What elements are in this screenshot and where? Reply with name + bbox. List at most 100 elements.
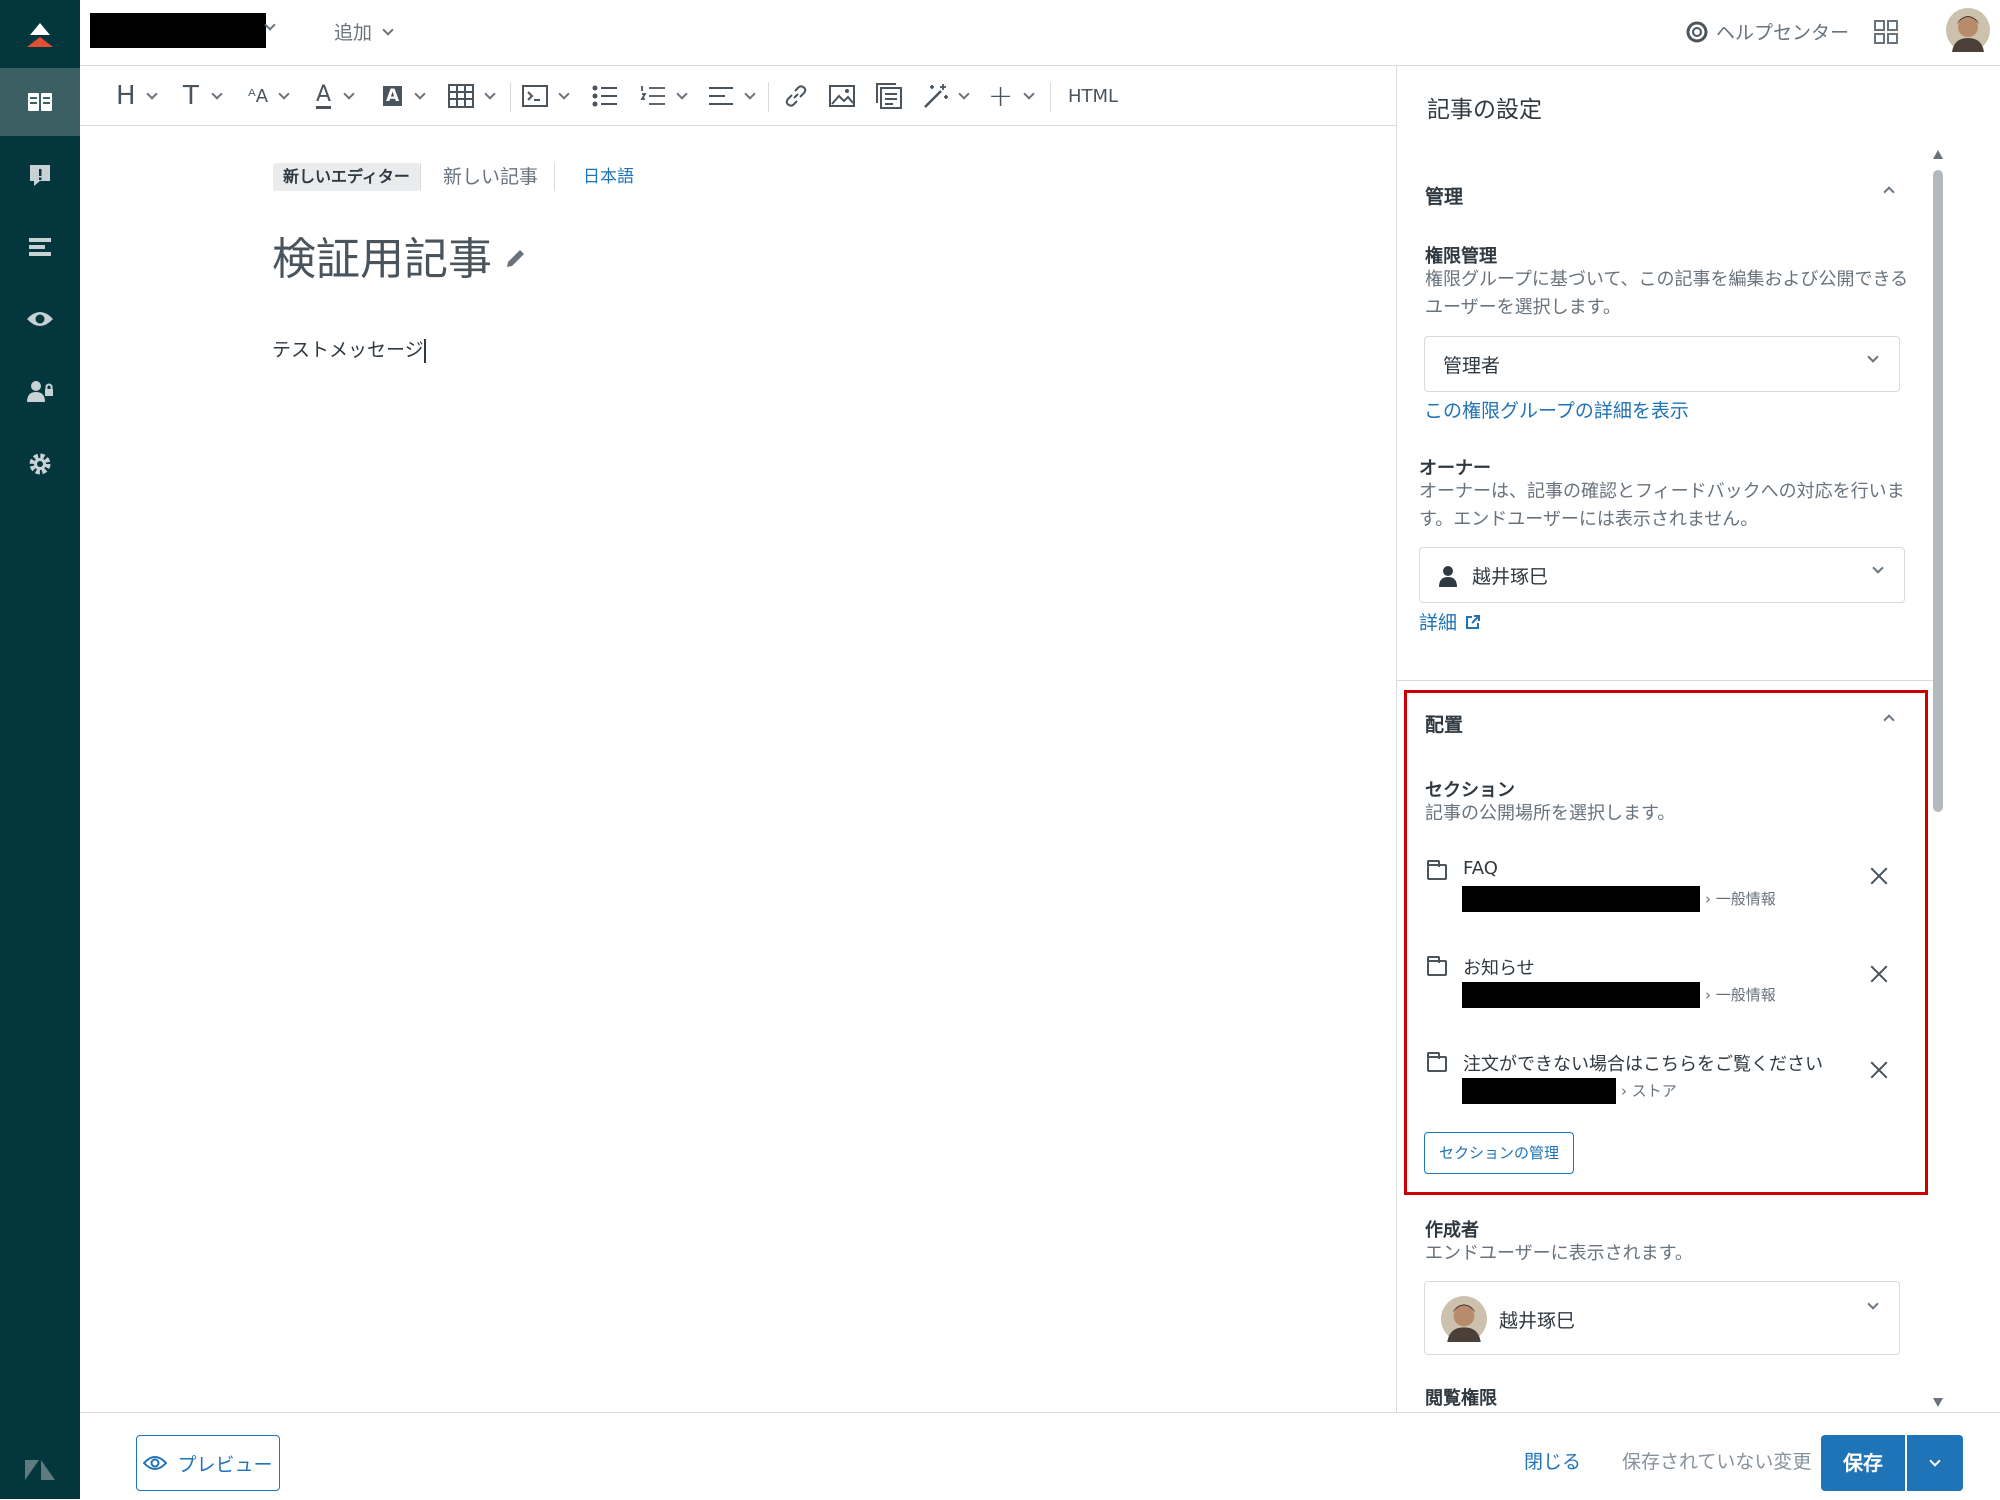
bullet-list-tool[interactable] — [592, 80, 618, 112]
save-button[interactable]: 保存 — [1821, 1435, 1905, 1491]
heading-tool[interactable]: H — [116, 80, 158, 112]
alert-icon[interactable] — [0, 141, 80, 209]
close-link[interactable]: 閉じる — [1524, 1447, 1581, 1474]
remove-section-close-icon[interactable] — [1867, 962, 1891, 986]
section-entry: FAQ › 一般情報 — [1397, 852, 1937, 932]
manage-sections-button[interactable]: セクションの管理 — [1424, 1132, 1575, 1174]
author-select[interactable]: 越井琢巳 — [1424, 1281, 1900, 1355]
scrollbar-thumb[interactable] — [1933, 170, 1943, 812]
permission-group-details-link[interactable]: この権限グループの詳細を表示 — [1424, 396, 1689, 423]
content-block-tool[interactable] — [876, 80, 902, 112]
add-chevron-down-icon — [382, 23, 394, 36]
help-center-link[interactable]: ヘルプセンター — [1686, 18, 1849, 45]
highlight-chevron-icon — [414, 88, 426, 100]
eye-icon[interactable] — [0, 285, 80, 353]
settings-gear-icon[interactable] — [0, 430, 80, 498]
image-tool[interactable] — [829, 80, 855, 112]
text-color-chevron-icon — [343, 88, 355, 100]
scroll-down-arrow-icon[interactable] — [1933, 1398, 1943, 1407]
code-block-icon — [522, 85, 548, 107]
apps-grid-icon[interactable] — [1874, 20, 1898, 44]
ai-wand-tool[interactable] — [922, 80, 970, 112]
placement-section-header[interactable]: 配置 — [1407, 696, 1925, 760]
user-avatar[interactable] — [1946, 8, 1990, 52]
management-heading: 管理 — [1425, 186, 1464, 208]
heading-chevron-icon — [145, 88, 158, 100]
section-name: お知らせ — [1463, 958, 1535, 979]
zendesk-logo-icon[interactable] — [0, 1440, 80, 1500]
edit-pencil-icon[interactable] — [504, 246, 528, 270]
meta-divider — [554, 163, 555, 191]
author-label: 作成者 — [1425, 1220, 1479, 1241]
code-block-tool[interactable] — [522, 80, 570, 112]
toolbar-divider — [1050, 82, 1051, 112]
text-style-icon: T — [183, 81, 199, 111]
code-block-chevron-icon — [558, 88, 570, 100]
article-title[interactable]: 検証用記事 — [272, 230, 492, 290]
permission-value: 管理者 — [1443, 355, 1501, 377]
language-link[interactable]: 日本語 — [583, 163, 634, 191]
align-tool[interactable] — [708, 80, 756, 112]
meta-divider — [420, 163, 421, 191]
list-icon[interactable] — [0, 213, 80, 281]
scroll-up-arrow-icon[interactable] — [1933, 150, 1943, 159]
text-cursor — [423, 338, 426, 363]
section-path: › 一般情報 — [1705, 986, 1776, 1004]
section-path-label: 一般情報 — [1715, 890, 1776, 908]
link-icon — [785, 85, 807, 107]
numbered-list-tool[interactable] — [640, 80, 688, 112]
brand-chevron-down-icon[interactable] — [264, 19, 276, 31]
add-label: 追加 — [334, 22, 373, 44]
section-divider — [1397, 680, 1937, 681]
product-logo-icon[interactable] — [0, 0, 80, 68]
add-menu-button[interactable]: 追加 — [334, 18, 394, 45]
link-tool[interactable] — [782, 80, 810, 112]
chevron-down-icon — [1872, 562, 1884, 574]
plus-icon: + — [988, 78, 1014, 114]
unsaved-changes-status: 保存されていない変更 — [1622, 1451, 1812, 1473]
text-color-icon: A — [316, 81, 332, 109]
highlight-tool[interactable]: A — [383, 80, 426, 112]
permission-select[interactable]: 管理者 — [1424, 336, 1900, 392]
owner-select[interactable]: 越井琢巳 — [1419, 547, 1905, 603]
user-permissions-icon[interactable] — [0, 357, 80, 425]
magic-wand-icon — [924, 84, 948, 108]
chevron-down-icon — [1867, 351, 1879, 363]
panel-scrollbar[interactable] — [1932, 150, 1944, 1412]
text-style-tool[interactable]: T — [183, 80, 223, 112]
html-tool[interactable]: HTML — [1068, 80, 1118, 112]
knowledge-icon[interactable] — [0, 68, 80, 136]
numbered-list-chevron-icon — [676, 88, 688, 100]
remove-section-close-icon[interactable] — [1867, 864, 1891, 888]
content-block-icon — [876, 83, 902, 109]
folder-icon — [1427, 956, 1447, 976]
placement-heading: 配置 — [1425, 714, 1464, 736]
owner-details-link[interactable]: 詳細 — [1419, 608, 1481, 635]
table-tool[interactable] — [448, 80, 496, 112]
article-body[interactable]: テストメッセージ — [272, 335, 426, 365]
management-section-header[interactable]: 管理 — [1397, 162, 1937, 226]
insert-tool[interactable]: + — [988, 78, 1035, 114]
preview-button[interactable]: プレビュー — [136, 1435, 280, 1491]
person-icon — [1439, 566, 1457, 587]
visibility-label: 閲覧権限 — [1425, 1388, 1497, 1409]
top-bar: 追加 ヘルプセンター — [80, 0, 2000, 66]
font-size-tool[interactable]: ᴬA — [248, 80, 290, 112]
author-value: 越井琢巳 — [1499, 1310, 1576, 1332]
align-icon — [709, 87, 733, 105]
align-chevron-icon — [744, 88, 756, 100]
section-entry: 注文ができない場合はこちらをご覧ください › ストア — [1397, 1044, 1937, 1124]
permission-description: 権限グループに基づいて、この記事を編集および公開できるユーザーを選択します。 — [1425, 269, 1909, 318]
font-size-chevron-icon — [278, 88, 290, 100]
collapse-chevron-up-icon — [1883, 186, 1895, 198]
font-size-icon: ᴬA — [248, 85, 269, 107]
eye-icon — [143, 1456, 168, 1470]
chevron-down-icon — [1867, 1298, 1879, 1310]
save-options-button[interactable] — [1907, 1435, 1963, 1491]
remove-section-close-icon[interactable] — [1867, 1058, 1891, 1082]
text-color-tool[interactable]: A — [316, 80, 355, 112]
external-link-icon — [1466, 614, 1481, 629]
product-sidebar — [0, 0, 80, 1499]
chevron-down-icon — [1929, 1455, 1941, 1467]
owner-label: オーナー — [1419, 458, 1491, 479]
